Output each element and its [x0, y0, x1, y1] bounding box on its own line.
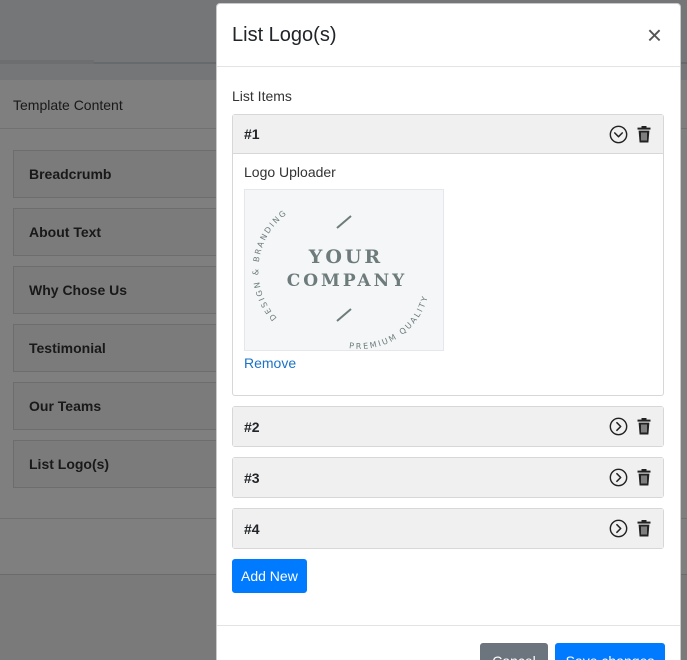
logo-preview[interactable]: YOUR COMPANY DESIGN & BRANDING PREMIUM Q…	[244, 189, 444, 351]
list-item-number: #2	[244, 418, 260, 435]
list-item-tools	[609, 468, 651, 487]
modal-title: List Logo(s)	[232, 23, 337, 46]
save-changes-button[interactable]: Save changes	[555, 643, 665, 660]
logo-text-company: COMPANY	[287, 271, 408, 291]
logo-arc-text-right: PREMIUM QUALITY	[349, 294, 428, 351]
list-item-number: #1	[244, 126, 260, 142]
list-item-tools	[609, 519, 651, 538]
list-item-card: #4	[232, 508, 664, 549]
list-item-card: #3	[232, 457, 664, 498]
list-item-tools	[609, 417, 651, 436]
list-item-tools	[609, 125, 651, 144]
list-item-header[interactable]: #1	[233, 115, 663, 154]
list-logos-modal: List Logo(s) × List Items #1 Logo Upload…	[216, 3, 681, 660]
list-item-header[interactable]: #2	[233, 407, 663, 446]
modal-body: List Items #1 Logo Uploader YOUR COMPANY…	[217, 67, 680, 593]
chevron-right-circle-icon[interactable]	[609, 519, 628, 538]
list-item-number: #4	[244, 520, 260, 537]
svg-text:PREMIUM QUALITY: PREMIUM QUALITY	[349, 294, 430, 351]
list-item-number: #3	[244, 469, 260, 486]
chevron-right-circle-icon[interactable]	[609, 417, 628, 436]
list-item-card: #1 Logo Uploader YOUR COMPANY DESIGN & B…	[232, 114, 664, 396]
remove-logo-link[interactable]: Remove	[244, 355, 296, 371]
close-icon[interactable]: ×	[647, 22, 662, 48]
modal-header: List Logo(s) ×	[217, 4, 680, 67]
chevron-down-circle-icon[interactable]	[609, 125, 628, 144]
logo-arc-text-left: DESIGN & BRANDING	[251, 208, 287, 323]
cancel-button[interactable]: Cancel	[480, 643, 548, 660]
chevron-right-circle-icon[interactable]	[609, 468, 628, 487]
trash-icon[interactable]	[637, 520, 651, 537]
svg-text:DESIGN & BRANDING: DESIGN & BRANDING	[251, 208, 289, 323]
trash-icon[interactable]	[637, 469, 651, 486]
add-new-button[interactable]: Add New	[232, 559, 307, 593]
modal-footer: Cancel Save changes	[217, 625, 680, 660]
list-item-header[interactable]: #4	[233, 509, 663, 548]
list-items-label: List Items	[232, 88, 292, 104]
logo-text-your: YOUR	[308, 246, 383, 268]
trash-icon[interactable]	[637, 125, 651, 143]
list-item-body: Logo Uploader YOUR COMPANY DESIGN & BRAN…	[233, 154, 663, 395]
logo-uploader-label: Logo Uploader	[244, 164, 336, 180]
list-item-header[interactable]: #3	[233, 458, 663, 497]
list-item-card: #2	[232, 406, 664, 447]
trash-icon[interactable]	[637, 418, 651, 435]
